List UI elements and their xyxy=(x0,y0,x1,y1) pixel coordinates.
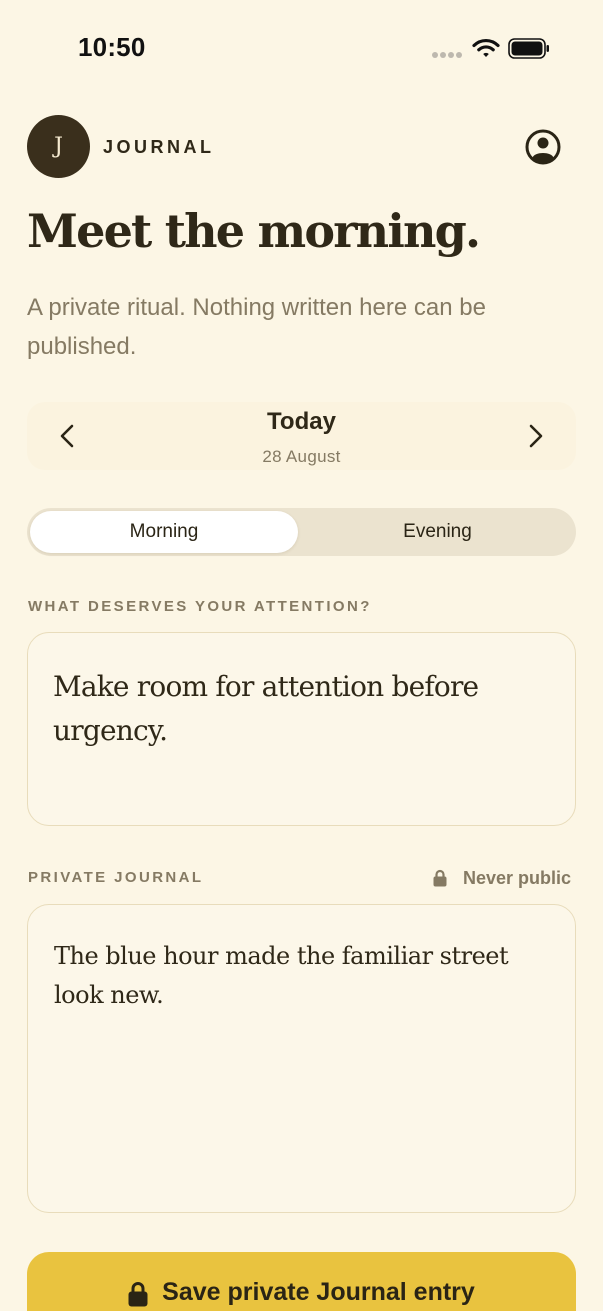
lock-icon xyxy=(433,869,447,887)
date-value: 28 August xyxy=(262,447,341,466)
wifi-icon xyxy=(472,38,500,57)
attention-text[interactable]: Make room for attention before urgency. xyxy=(53,665,548,753)
journal-label: PRIVATE JOURNAL xyxy=(28,869,204,886)
page-subtitle: A private ritual. Nothing written here c… xyxy=(27,294,486,360)
privacy-badge: Never public xyxy=(433,867,571,889)
date-label: Today xyxy=(267,408,336,435)
chevron-right-icon xyxy=(529,424,543,448)
avatar-initial: J xyxy=(54,134,63,159)
date-navigator: Today 28 August xyxy=(27,402,576,470)
time-of-day-toggle: Morning Evening xyxy=(27,508,576,556)
save-entry-label: Save private Journal entry xyxy=(162,1278,475,1306)
save-entry-button[interactable]: Save private Journal entry xyxy=(27,1252,576,1311)
status-time: 10:50 xyxy=(78,32,146,62)
next-day-button[interactable] xyxy=(516,416,556,456)
journal-avatar: J xyxy=(27,115,90,178)
attention-label: WHAT DESERVES YOUR ATTENTION? xyxy=(28,598,372,615)
attention-input[interactable]: Make room for attention before urgency. xyxy=(27,632,576,826)
status-bar: 10:50 xyxy=(0,0,603,96)
brand-label: JOURNAL xyxy=(103,137,215,157)
lock-icon xyxy=(128,1282,148,1307)
privacy-badge-label: Never public xyxy=(463,867,572,888)
journal-input[interactable]: The blue hour made the familiar street l… xyxy=(27,904,576,1213)
segment-evening[interactable]: Evening xyxy=(302,511,573,553)
signal-dots-icon xyxy=(432,52,462,58)
battery-icon xyxy=(508,38,549,59)
segment-morning[interactable]: Morning xyxy=(30,511,298,553)
journal-text[interactable]: The blue hour made the familiar street l… xyxy=(54,937,549,1015)
journal-screen: 10:50 J JOURNAL Meet the morning. A priv… xyxy=(0,0,603,1311)
user-circle-icon[interactable] xyxy=(524,128,562,166)
page-title: Meet the morning. xyxy=(27,204,481,258)
